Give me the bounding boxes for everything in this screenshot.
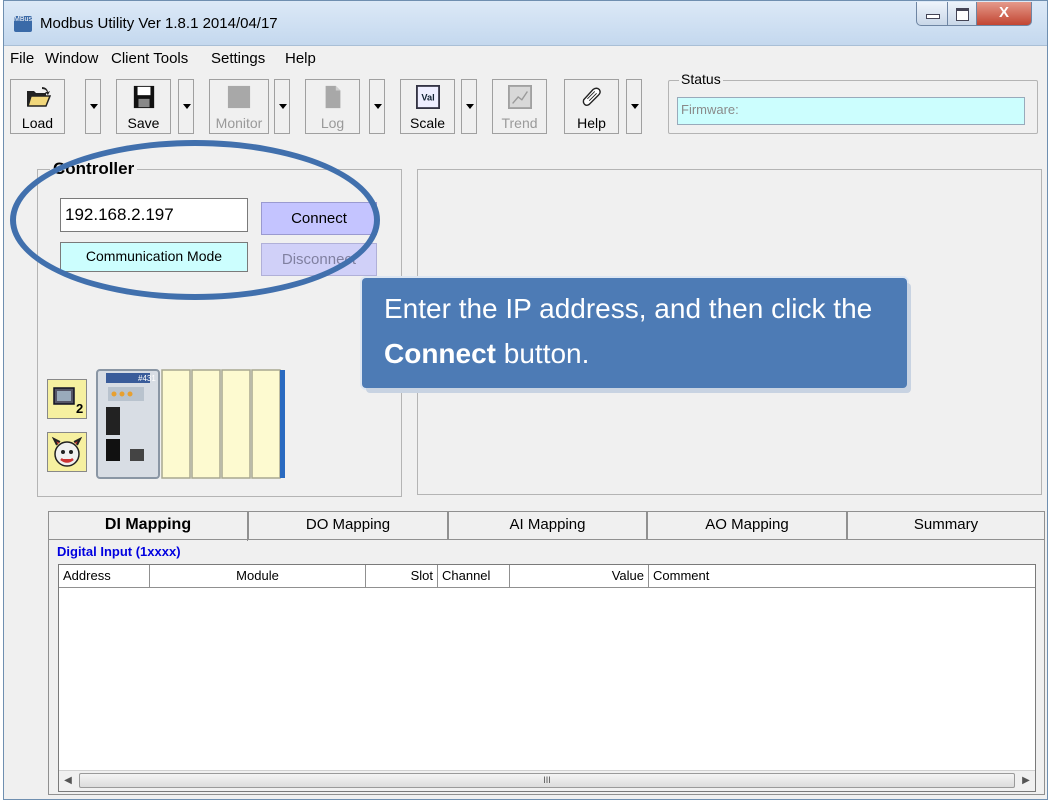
- column-channel[interactable]: Channel: [438, 565, 510, 587]
- column-address[interactable]: Address: [59, 565, 150, 587]
- communication-mode-button[interactable]: Communication Mode: [60, 242, 248, 272]
- help-label: Help: [577, 115, 606, 131]
- controller-group: Controller Connect Communication Mode Di…: [37, 159, 402, 497]
- mapping-table[interactable]: Address Module Slot Channel Value Commen…: [58, 564, 1036, 792]
- tab-di-mapping[interactable]: DI Mapping: [48, 511, 248, 541]
- trend-button[interactable]: Trend: [492, 79, 547, 134]
- tab-summary[interactable]: Summary: [847, 511, 1045, 539]
- scale-val-icon: Val: [415, 85, 440, 109]
- column-value[interactable]: Value: [510, 565, 649, 587]
- callout-text: Enter the IP address, and then click the: [384, 293, 873, 324]
- callout-bold-connect: Connect: [384, 338, 496, 369]
- mascot-icon[interactable]: [47, 432, 87, 472]
- serial-port-icon[interactable]: 2: [47, 379, 87, 419]
- help-scroll-icon: [582, 87, 601, 106]
- tab-do-mapping[interactable]: DO Mapping: [248, 511, 448, 539]
- maximize-button[interactable]: [947, 2, 977, 26]
- scale-dropdown[interactable]: [461, 79, 477, 134]
- firmware-status-field: Firmware:: [677, 97, 1025, 125]
- help-dropdown[interactable]: [626, 79, 642, 134]
- status-title: Status: [679, 71, 723, 87]
- folder-open-icon: [26, 87, 51, 107]
- tiger-mascot-graphic: [51, 436, 83, 467]
- digital-input-label: Digital Input (1xxxx): [57, 544, 181, 559]
- table-header: Address Module Slot Channel Value Commen…: [59, 565, 1035, 588]
- window-title: Modbus Utility Ver 1.8.1 2014/04/17: [40, 15, 278, 32]
- monitor-dropdown[interactable]: [274, 79, 290, 134]
- serial-port-graphic: 2: [53, 387, 83, 416]
- serial-port-number: 2: [76, 401, 83, 416]
- horizontal-scrollbar[interactable]: ◀ III ▶: [59, 770, 1035, 791]
- column-comment[interactable]: Comment: [649, 565, 1035, 587]
- toolbar: Load Save Monitor Log Val Scale Trend He…: [4, 71, 1047, 137]
- controller-device-image: #431: [96, 369, 285, 479]
- menu-settings[interactable]: Settings: [211, 50, 265, 67]
- save-dropdown[interactable]: [178, 79, 194, 134]
- trend-chart-icon: [507, 85, 532, 109]
- device-model-text: #431: [138, 374, 156, 383]
- connect-button[interactable]: Connect: [261, 202, 377, 235]
- log-document-icon: [325, 85, 340, 109]
- log-dropdown[interactable]: [369, 79, 385, 134]
- scale-label: Scale: [409, 115, 446, 131]
- close-button[interactable]: X: [976, 2, 1032, 26]
- load-dropdown[interactable]: [85, 79, 101, 134]
- save-label: Save: [127, 115, 160, 131]
- monitor-label: Monitor: [215, 115, 263, 131]
- menu-bar: File Window Client Tools Settings Help: [4, 47, 1047, 69]
- menu-help[interactable]: Help: [285, 50, 316, 67]
- callout-text-end: button.: [496, 338, 590, 369]
- save-button[interactable]: Save: [116, 79, 171, 134]
- log-button[interactable]: Log: [305, 79, 360, 134]
- menu-client-tools[interactable]: Client Tools: [111, 50, 188, 67]
- tab-ao-mapping[interactable]: AO Mapping: [647, 511, 847, 539]
- trend-label: Trend: [501, 115, 538, 131]
- app-window: MBus Modbus Utility Ver 1.8.1 2014/04/17…: [3, 0, 1048, 800]
- mapping-tabs: DI Mapping DO Mapping AI Mapping AO Mapp…: [48, 511, 1045, 541]
- minimize-button[interactable]: [916, 2, 948, 26]
- monitor-icon: [227, 85, 251, 109]
- title-bar[interactable]: MBus Modbus Utility Ver 1.8.1 2014/04/17…: [4, 1, 1047, 46]
- help-button[interactable]: Help: [564, 79, 619, 134]
- scroll-thumb[interactable]: III: [79, 773, 1015, 788]
- menu-file[interactable]: File: [10, 50, 34, 67]
- menu-window[interactable]: Window: [45, 50, 98, 67]
- tab-ai-mapping[interactable]: AI Mapping: [448, 511, 647, 539]
- scale-icon-text: Val: [421, 93, 434, 103]
- status-group: Status Firmware:: [668, 71, 1038, 134]
- scroll-left-arrow-icon[interactable]: ◀: [59, 771, 77, 791]
- modbus-app-icon: MBus: [14, 16, 32, 32]
- controller-title: Controller: [50, 159, 138, 179]
- monitor-button[interactable]: Monitor: [209, 79, 269, 134]
- column-slot[interactable]: Slot: [366, 565, 438, 587]
- load-button[interactable]: Load: [10, 79, 65, 134]
- ip-address-input[interactable]: [60, 198, 248, 232]
- instruction-callout: Enter the IP address, and then click the…: [362, 278, 907, 388]
- scale-button[interactable]: Val Scale: [400, 79, 455, 134]
- di-mapping-panel: Digital Input (1xxxx) Address Module Slo…: [48, 539, 1045, 795]
- column-module[interactable]: Module: [150, 565, 366, 587]
- load-label: Load: [21, 115, 54, 131]
- floppy-disk-icon: [133, 85, 154, 109]
- log-label: Log: [320, 115, 345, 131]
- scroll-right-arrow-icon[interactable]: ▶: [1017, 771, 1035, 791]
- disconnect-button[interactable]: Disconnect: [261, 243, 377, 276]
